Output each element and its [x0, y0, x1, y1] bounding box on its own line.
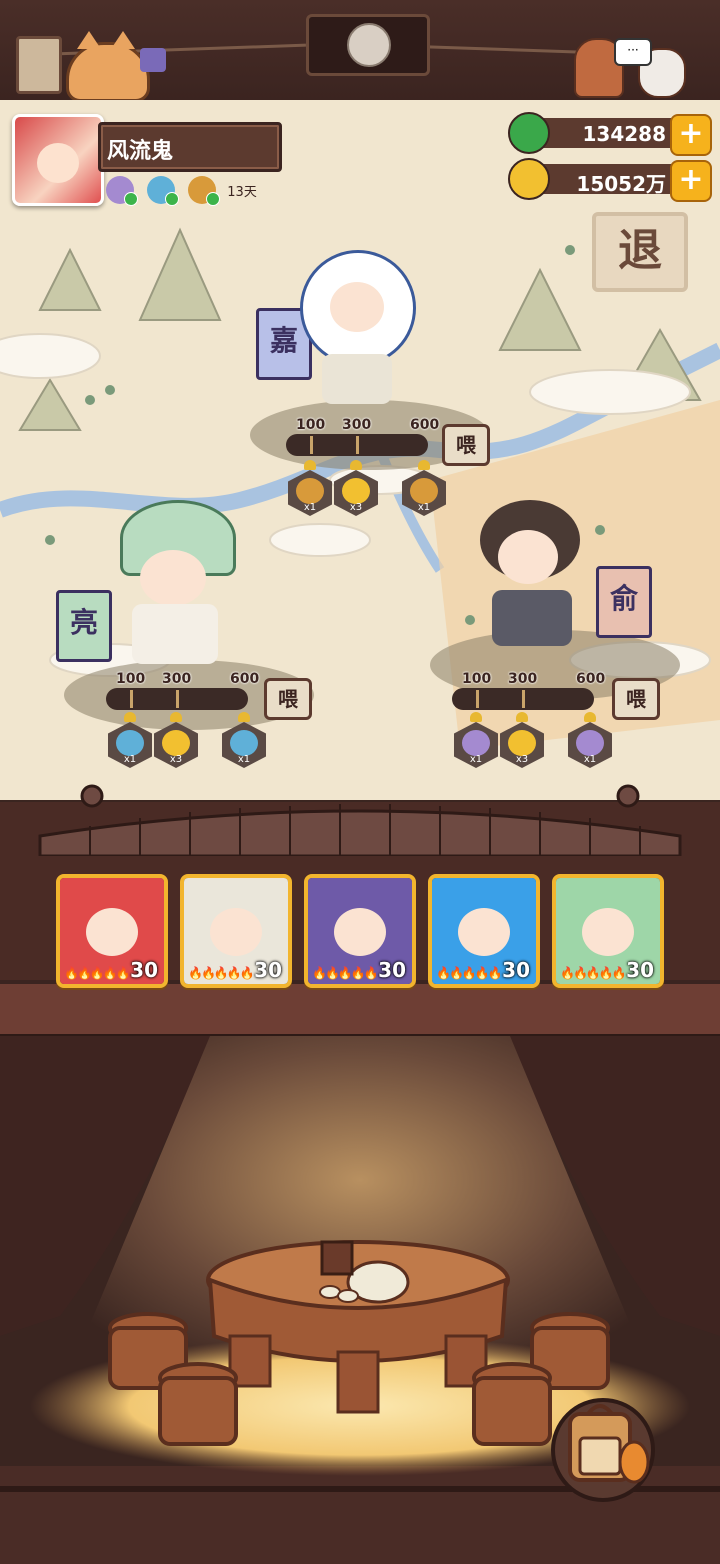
- reward-qty: x1: [303, 502, 317, 513]
- player-avatar[interactable]: [12, 114, 104, 206]
- add-coins-button[interactable]: +: [670, 160, 712, 202]
- reward-qty: x3: [349, 502, 363, 513]
- coin-icon: [508, 158, 550, 200]
- gold-star-icon: [508, 730, 536, 756]
- key-buff-icon[interactable]: [188, 176, 221, 206]
- center-scroll-banner[interactable]: [306, 14, 430, 76]
- roof-tiles: [0, 780, 720, 860]
- hero-card[interactable]: 🔥🔥🔥🔥🔥 30: [180, 874, 292, 988]
- reward-qty: x1: [417, 502, 431, 513]
- star-flames-icon: 🔥🔥🔥🔥🔥: [312, 966, 379, 980]
- player-name: 风流鬼: [107, 139, 174, 164]
- reward-qty: x3: [169, 754, 183, 765]
- reward-slot[interactable]: x3: [500, 712, 544, 768]
- reward-slot[interactable]: x3: [154, 712, 198, 768]
- bowl-buff-icon[interactable]: [147, 176, 180, 206]
- rope-line: [423, 45, 585, 54]
- reward-qty: x3: [515, 754, 529, 765]
- buff-row: 13天: [106, 176, 257, 206]
- threshold-label: 600: [230, 671, 260, 687]
- top-bar: ···: [0, 0, 720, 102]
- reward-qty: x1: [237, 754, 251, 765]
- hero-level: 30: [254, 958, 282, 982]
- star-flames-icon: 🔥🔥🔥🔥🔥: [188, 966, 255, 980]
- buff-days-label: 13天: [227, 184, 257, 200]
- threshold-label: 300: [508, 671, 538, 687]
- affection-progress-bar: [106, 688, 248, 710]
- shelf-board: [0, 980, 720, 1038]
- jade-value: 134288: [582, 122, 667, 146]
- star-flames-icon: 🔥🔥🔥🔥🔥: [64, 966, 131, 980]
- gold-star-icon: [162, 730, 190, 756]
- star-flames-icon: 🔥🔥🔥🔥🔥: [436, 966, 503, 980]
- hero-level: 30: [378, 958, 406, 982]
- notice-board-icon[interactable]: [16, 36, 62, 94]
- threshold-label: 300: [162, 671, 192, 687]
- threshold-label: 300: [342, 417, 372, 433]
- bowl-icon: [116, 730, 144, 756]
- star-flames-icon: 🔥🔥🔥🔥🔥: [560, 966, 627, 980]
- portrait-token-icon: [576, 730, 604, 756]
- retreat-button[interactable]: 退: [592, 212, 688, 292]
- threshold-label: 100: [116, 671, 146, 687]
- station-banner: 俞: [596, 566, 652, 638]
- jade-icon: [508, 112, 550, 154]
- portrait-buff-icon[interactable]: [106, 176, 138, 206]
- reward-qty: x1: [583, 754, 597, 765]
- hero-character-jia[interactable]: [300, 250, 416, 410]
- hero-card[interactable]: 🔥🔥🔥🔥🔥 30: [56, 874, 168, 988]
- reward-slot[interactable]: x1: [402, 460, 446, 516]
- reward-qty: x1: [123, 754, 137, 765]
- hero-level: 30: [626, 958, 654, 982]
- threshold-label: 600: [576, 671, 606, 687]
- threshold-label: 600: [410, 417, 440, 433]
- cat-mascot-icon[interactable]: [66, 31, 150, 102]
- reward-slot[interactable]: x1: [454, 712, 498, 768]
- hero-level: 30: [130, 958, 158, 982]
- reward-slot[interactable]: x3: [334, 460, 378, 516]
- bowl-icon: [230, 730, 258, 756]
- feed-button[interactable]: 喂: [442, 424, 490, 466]
- reward-slot[interactable]: x1: [222, 712, 266, 768]
- reward-qty: x1: [469, 754, 483, 765]
- key-icon: [296, 478, 324, 504]
- add-jade-button[interactable]: +: [670, 114, 712, 156]
- station-banner: 亮: [56, 590, 112, 662]
- key-icon: [410, 478, 438, 504]
- coin-value: 15052万: [576, 172, 666, 196]
- elder-portrait-icon: [347, 23, 391, 67]
- reward-slot[interactable]: x1: [108, 712, 152, 768]
- jade-counter: 134288 +: [508, 112, 714, 156]
- feed-button[interactable]: 喂: [264, 678, 312, 720]
- player-name-bar: 风流鬼: [98, 122, 282, 172]
- hero-character-yu[interactable]: [470, 490, 590, 660]
- gold-star-icon: [342, 478, 370, 504]
- affection-progress-bar: [286, 434, 428, 456]
- reward-slot[interactable]: x1: [568, 712, 612, 768]
- affection-progress-bar: [452, 688, 594, 710]
- coin-counter: 15052万 +: [508, 158, 714, 202]
- hero-level: 30: [502, 958, 530, 982]
- hero-card[interactable]: 🔥🔥🔥🔥🔥 30: [428, 874, 540, 988]
- feed-button[interactable]: 喂: [612, 678, 660, 720]
- hero-card[interactable]: 🔥🔥🔥🔥🔥 30: [552, 874, 664, 988]
- chat-bubble-icon[interactable]: ···: [614, 38, 652, 66]
- backpack-button[interactable]: [548, 1392, 658, 1502]
- hero-card[interactable]: 🔥🔥🔥🔥🔥 30: [304, 874, 416, 988]
- hero-character-liang[interactable]: [110, 500, 240, 670]
- portrait-token-icon: [462, 730, 490, 756]
- threshold-label: 100: [296, 417, 326, 433]
- mug-icon: [140, 48, 166, 72]
- reward-slot[interactable]: x1: [288, 460, 332, 516]
- backpack-icon: [551, 1398, 655, 1502]
- threshold-label: 100: [462, 671, 492, 687]
